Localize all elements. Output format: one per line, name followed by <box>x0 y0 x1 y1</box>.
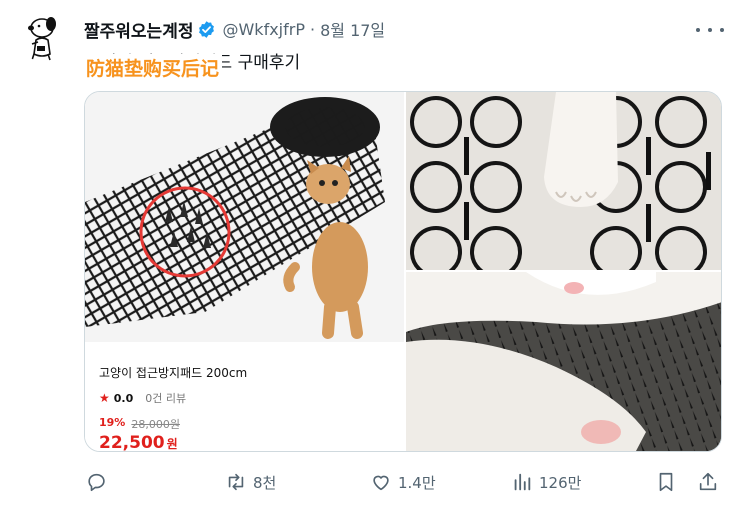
verified-badge-icon <box>199 20 215 38</box>
product-image[interactable]: 고양이 접근방지패드 200cm ★ 0.0 0건 리뷰 19% 28,000원… <box>85 92 404 451</box>
sale-price: 22,500 <box>99 433 165 452</box>
mat-closeup-image <box>406 92 721 278</box>
retweet-button[interactable]: 8천 <box>225 468 276 496</box>
avatar[interactable] <box>20 14 68 62</box>
price-row: 22,500 원 <box>99 433 178 452</box>
discount-percent: 19% <box>99 416 126 429</box>
bookmark-icon <box>659 472 673 492</box>
heart-icon <box>373 475 389 491</box>
bookmark-button[interactable] <box>655 468 677 496</box>
star-icon: ★ <box>99 391 110 405</box>
product-card: 고양이 접근방지패드 200cm ★ 0.0 0건 리뷰 19% 28,000원… <box>85 342 404 451</box>
view-count: 126만 <box>539 473 582 492</box>
tweet-date[interactable]: 8월 17일 <box>320 17 385 41</box>
share-icon <box>699 472 717 491</box>
tweet-header: 짤주워오는계정 @WkfxjfrP · 8월 17일 <box>84 17 385 42</box>
reply-icon <box>88 473 105 492</box>
reply-button[interactable] <box>86 468 114 496</box>
media-grid[interactable]: 고양이 접근방지패드 200cm ★ 0.0 0건 리뷰 19% 28,000원… <box>84 91 722 452</box>
cat-lying-on-mat-image[interactable] <box>406 272 721 451</box>
like-button[interactable]: 1.4만 <box>370 468 436 496</box>
retweet-count: 8천 <box>253 473 277 492</box>
original-price: 28,000원 <box>131 418 180 431</box>
cat-lying-image <box>406 272 721 451</box>
more-options-icon[interactable] <box>696 20 724 40</box>
like-count: 1.4만 <box>398 473 436 492</box>
cat-mat-roll-image <box>85 92 404 342</box>
currency-label: 원 <box>166 437 178 451</box>
product-rating: ★ 0.0 0건 리뷰 <box>99 390 186 406</box>
separator-dot: · <box>309 19 316 39</box>
snoopy-avatar-icon <box>28 17 56 61</box>
review-count: 0건 리뷰 <box>145 392 187 405</box>
user-handle[interactable]: @WkfxjfrP <box>222 20 305 39</box>
product-title: 고양이 접근방지패드 200cm <box>99 366 248 380</box>
views-button[interactable]: 126만 <box>511 468 581 496</box>
overlay-caption: 防猫垫购买后记 <box>86 54 223 83</box>
cat-paw-on-mat-image[interactable] <box>406 92 721 278</box>
retweet-icon <box>228 473 244 491</box>
share-button[interactable] <box>697 468 719 496</box>
analytics-bar-icon <box>514 473 531 491</box>
rating-value: 0.0 <box>113 391 134 405</box>
discount-row: 19% 28,000원 <box>99 416 180 432</box>
display-name[interactable]: 짤주워오는계정 <box>84 17 193 42</box>
action-bar: 8천 1.4만 126만 <box>84 468 724 496</box>
